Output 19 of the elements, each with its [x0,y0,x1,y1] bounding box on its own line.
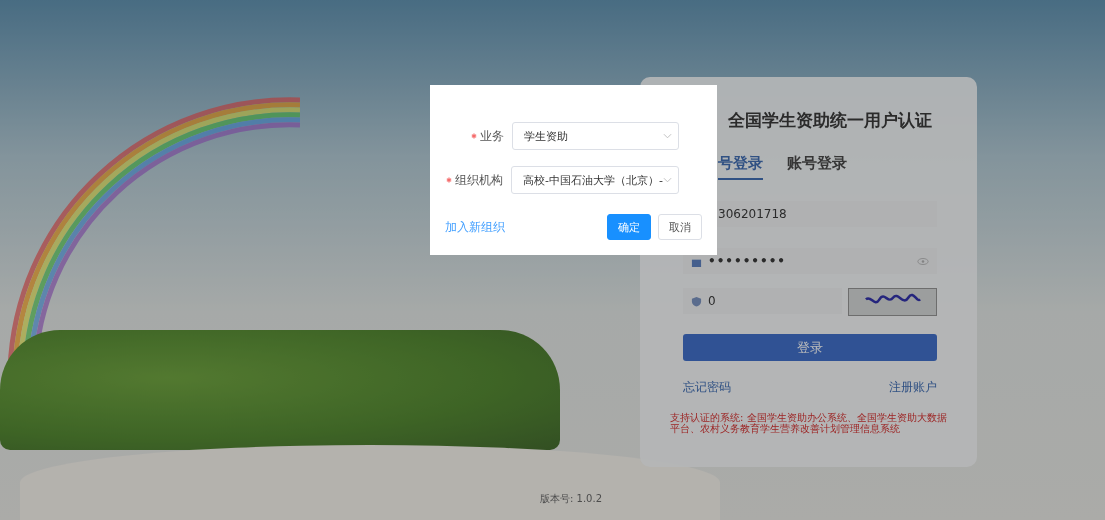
captcha-field[interactable]: 0 [683,288,842,314]
notice-text: 支持认证的系统: 全国学生资助办公系统、全国学生资助大数据平台、农村义务教育学生营养改善计划管理信息系统 [670,412,947,434]
forgot-password-link[interactable]: 忘记密码 [683,379,731,396]
register-link[interactable]: 注册账户 [889,379,937,396]
confirm-button[interactable]: 确定 [607,214,651,240]
captcha-image[interactable] [848,288,937,316]
select-field[interactable]: 高校-中国石油大学（北京）- [511,166,679,194]
join-organization-link[interactable]: 加入新组织 [445,218,505,236]
select-field[interactable]: 学生资助 [512,122,679,150]
login-button[interactable]: 登录 [683,334,937,361]
card-title: 全国学生资助统一用户认证 [728,109,933,132]
version-text: 版本号: 1.0.2 [540,492,602,506]
shield-icon [691,295,702,307]
label-text: 组织机构 [455,171,504,189]
chevron-down-icon [663,133,672,139]
cancel-button[interactable]: 取消 [658,214,702,240]
label-text: 业务 [480,127,504,145]
login-tab[interactable]: 账号登录 [787,154,847,180]
chevron-down-icon [663,177,672,183]
